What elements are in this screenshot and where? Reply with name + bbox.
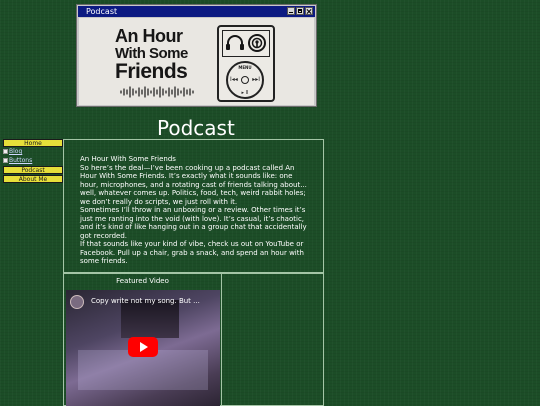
media-player-icon: MENU I◂◂ ▸▸I ▸ II: [217, 25, 275, 102]
center-button: [241, 76, 249, 84]
featured-video-box: Featured Video Copy write not my song. B…: [63, 273, 222, 406]
broken-image-icon: [3, 149, 8, 154]
next-icon: ▸▸I: [252, 76, 260, 83]
play-icon[interactable]: [128, 337, 158, 357]
featured-video-label: Featured Video: [116, 277, 169, 285]
nav-blog-image-link[interactable]: Blog: [3, 148, 63, 156]
content-text: An Hour With Some Friends So here’s the …: [80, 155, 312, 266]
content-paragraph: Sometimes I’ll throw in an unboxing or a…: [80, 206, 307, 240]
player-screen: [222, 30, 270, 57]
close-icon[interactable]: [305, 7, 313, 15]
channel-avatar[interactable]: [70, 295, 84, 309]
menu-label: MENU: [238, 65, 252, 70]
banner-title-line-1: An Hour: [115, 26, 183, 46]
content-paragraph: So here’s the deal—I’ve been cooking up …: [80, 163, 307, 206]
side-panel: [221, 273, 324, 406]
nav-buttons-image-link[interactable]: Buttons: [3, 157, 63, 165]
previous-icon: I◂◂: [230, 76, 238, 83]
play-pause-icon: ▸ II: [241, 90, 249, 96]
sidebar-nav: Home Blog Buttons Podcast About Me: [3, 139, 63, 184]
page-title: Podcast: [157, 116, 235, 140]
audio-waveform-icon: [120, 86, 194, 98]
podcast-window: Podcast An Hour With Some Friends MENU I…: [76, 4, 317, 107]
click-wheel: MENU I◂◂ ▸▸I ▸ II: [226, 61, 264, 99]
video-title[interactable]: Copy write not my song. But ...: [91, 296, 201, 306]
video-embed[interactable]: Copy write not my song. But ...: [66, 290, 220, 406]
podcast-banner: An Hour With Some Friends MENU I◂◂ ▸▸I ▸…: [79, 18, 314, 105]
nav-home-button[interactable]: Home: [3, 139, 63, 147]
window-title-bar[interactable]: Podcast: [78, 6, 315, 17]
headphones-podcast-icon: [226, 34, 266, 52]
window-title: Podcast: [86, 7, 118, 16]
nav-blog-alt-text: Blog: [9, 148, 23, 155]
content-paragraph: If that sounds like your kind of vibe, c…: [80, 240, 304, 265]
nav-about-button[interactable]: About Me: [3, 175, 63, 183]
nav-buttons-alt-text: Buttons: [9, 157, 33, 164]
content-box: An Hour With Some Friends So here’s the …: [63, 139, 324, 273]
content-heading: An Hour With Some Friends: [80, 155, 176, 163]
banner-title-line-3: Friends: [115, 60, 188, 83]
maximize-icon[interactable]: [296, 7, 304, 15]
nav-podcast-button[interactable]: Podcast: [3, 166, 63, 174]
minimize-icon[interactable]: [287, 7, 295, 15]
broken-image-icon: [3, 158, 8, 163]
